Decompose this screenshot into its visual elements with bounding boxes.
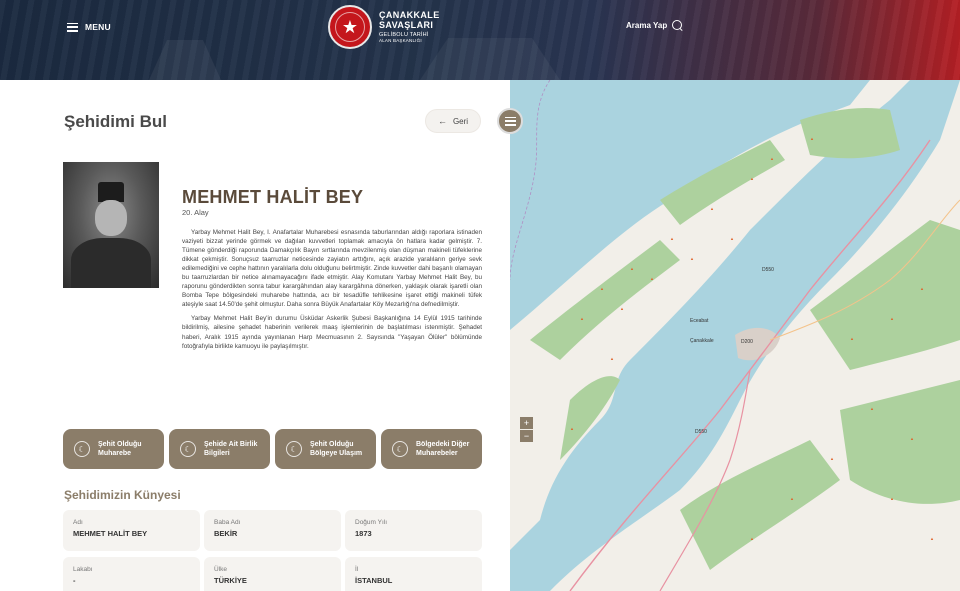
svg-text:▲: ▲ <box>650 276 654 281</box>
map-label-city: Çanakkale <box>690 338 714 344</box>
logo-line-2: SAVAŞLARI <box>379 19 434 30</box>
site-logo[interactable]: ★ ÇANAKKALE SAVAŞLARI GELİBOLU TARİHİ AL… <box>328 5 440 49</box>
svg-text:▲: ▲ <box>610 356 614 361</box>
svg-text:▲: ▲ <box>810 136 814 141</box>
star-crescent-icon: ☾ <box>392 441 408 457</box>
info-cards: ☾ Şehit Olduğu Muharebe ☾ Şehide Ait Birl… <box>63 429 482 469</box>
site-header: MENU ★ ÇANAKKALE SAVAŞLARI GELİBOLU TARİ… <box>0 0 960 80</box>
martyr-unit: 20. Alay <box>182 208 209 217</box>
card-unit-info[interactable]: ☾ Şehide Ait Birlik Bilgileri <box>169 429 270 469</box>
menu-button[interactable]: MENU <box>67 20 111 34</box>
svg-text:▲: ▲ <box>690 256 694 261</box>
svg-text:▲: ▲ <box>750 176 754 181</box>
martyr-biography: Yarbay Mehmet Halit Bey, I. Anafartalar … <box>182 228 482 356</box>
back-button[interactable]: ← Geri <box>425 109 481 133</box>
map-canvas: ▲ ▲ ▲ ▲ ▲ ▲ ▲ ▲ ▲ ▲ ▲ ▲ ▲ ▲ ▲ ▲ ▲ ▲ ▲ ▲ ▲ ▲ ▲ ▲ <box>510 80 960 591</box>
svg-text:▲: ▲ <box>850 336 854 341</box>
svg-text:▲: ▲ <box>890 496 894 501</box>
map-label-road: D550 <box>695 429 707 435</box>
card-label: Muharebe <box>98 450 132 457</box>
identity-field-name: Adı MEHMET HALİT BEY <box>63 510 200 551</box>
field-value: TÜRKİYE <box>214 576 247 585</box>
field-value: 1873 <box>355 529 372 538</box>
svg-text:▲: ▲ <box>580 316 584 321</box>
svg-text:▲: ▲ <box>730 236 734 241</box>
field-key: Adı <box>73 519 83 526</box>
card-label: Şehide Ait Birlik <box>204 441 258 448</box>
arrow-left-icon: ← <box>437 116 447 126</box>
bio-paragraph: Yarbay Mehmet Halit Bey'in durumu Üsküda… <box>182 315 482 350</box>
hamburger-icon <box>67 22 78 32</box>
svg-text:▲: ▲ <box>830 456 834 461</box>
identity-section-title: Şehidimizin Künyesi <box>64 488 181 502</box>
svg-text:▲: ▲ <box>920 286 924 291</box>
zoom-out-button[interactable]: − <box>520 430 533 442</box>
svg-text:▲: ▲ <box>630 266 634 271</box>
card-label: Bölgedeki Diğer <box>416 441 470 448</box>
star-crescent-icon: ★ <box>328 5 372 49</box>
map-label-road: D550 <box>762 267 774 273</box>
identity-field-father: Baba Adı BEKİR <box>204 510 341 551</box>
svg-text:▲: ▲ <box>770 156 774 161</box>
svg-text:▲: ▲ <box>890 316 894 321</box>
field-value: MEHMET HALİT BEY <box>73 529 148 538</box>
svg-text:▲: ▲ <box>620 306 624 311</box>
martyr-portrait <box>63 162 159 288</box>
map-label-town: Eceabat <box>690 318 709 324</box>
identity-field-country: Ülke TÜRKİYE <box>204 557 341 591</box>
card-label: Şehit Olduğu <box>310 441 354 448</box>
card-label: Muharebeler <box>416 450 458 457</box>
hamburger-icon <box>504 116 516 126</box>
identity-field-province: İl İSTANBUL <box>345 557 482 591</box>
field-value: BEKİR <box>214 529 238 538</box>
svg-text:▲: ▲ <box>710 206 714 211</box>
map-zoom-control: + − <box>520 417 533 442</box>
svg-text:▲: ▲ <box>600 286 604 291</box>
field-key: Doğum Yılı <box>355 519 388 526</box>
field-value: İSTANBUL <box>355 576 393 585</box>
svg-text:▲: ▲ <box>570 426 574 431</box>
card-other-battles[interactable]: ☾ Bölgedeki Diğer Muharebeler <box>381 429 482 469</box>
svg-text:▲: ▲ <box>670 236 674 241</box>
card-directions[interactable]: ☾ Şehit Olduğu Bölgeye Ulaşım <box>275 429 376 469</box>
card-battle[interactable]: ☾ Şehit Olduğu Muharebe <box>63 429 164 469</box>
martyr-name: MEHMET HALİT BEY <box>182 187 364 207</box>
card-label: Şehit Olduğu <box>98 441 142 448</box>
map-label-road: D200 <box>741 339 753 345</box>
field-key: Lakabı <box>73 566 93 573</box>
zoom-in-button[interactable]: + <box>520 417 533 429</box>
field-key: Ülke <box>214 566 228 573</box>
search-button[interactable]: Arama Yap <box>626 20 683 31</box>
svg-text:▲: ▲ <box>910 436 914 441</box>
bio-paragraph: Yarbay Mehmet Halit Bey, I. Anafartalar … <box>182 229 482 309</box>
map-toggle-button[interactable] <box>497 108 523 134</box>
logo-line-4: ALAN BAŞKANLIĞI <box>379 38 422 43</box>
star-crescent-icon: ☾ <box>74 441 90 457</box>
star-crescent-icon: ☾ <box>180 441 196 457</box>
logo-text: ÇANAKKALE SAVAŞLARI GELİBOLU TARİHİ ALAN… <box>379 9 440 44</box>
field-key: İl <box>355 566 359 573</box>
svg-text:▲: ▲ <box>870 406 874 411</box>
map-view[interactable]: ▲ ▲ ▲ ▲ ▲ ▲ ▲ ▲ ▲ ▲ ▲ ▲ ▲ ▲ ▲ ▲ ▲ ▲ ▲ ▲ ▲ ▲ ▲ ▲ Çanakkal… <box>510 80 960 591</box>
card-label: Bilgileri <box>204 450 230 457</box>
card-label: Bölgeye Ulaşım <box>310 450 363 457</box>
star-crescent-icon: ☾ <box>286 441 302 457</box>
svg-text:▲: ▲ <box>750 536 754 541</box>
svg-text:▲: ▲ <box>790 496 794 501</box>
identity-grid: Adı MEHMET HALİT BEY Baba Adı BEKİR Doğum … <box>63 510 482 591</box>
field-key: Baba Adı <box>214 519 241 526</box>
menu-label: MENU <box>85 22 111 32</box>
search-label: Arama Yap <box>626 21 668 30</box>
search-icon <box>672 20 683 31</box>
svg-text:▲: ▲ <box>930 536 934 541</box>
identity-field-nickname: Lakabı - <box>63 557 200 591</box>
logo-line-1: ÇANAKKALE <box>379 9 440 20</box>
back-label: Geri <box>452 116 469 126</box>
page-title: Şehidimi Bul <box>64 112 167 131</box>
identity-field-birth-year: Doğum Yılı 1873 <box>345 510 482 551</box>
field-value: - <box>73 576 76 585</box>
